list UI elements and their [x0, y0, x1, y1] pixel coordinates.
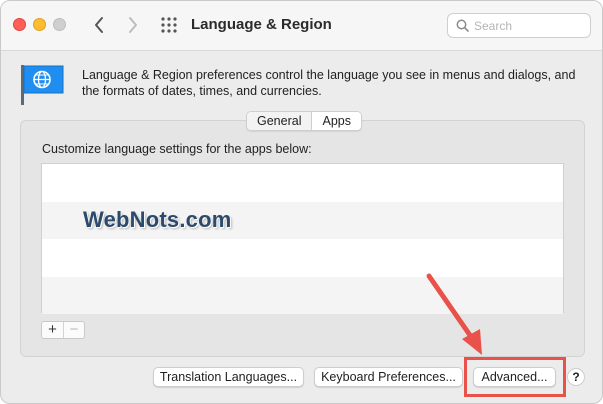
search-field[interactable]: [447, 13, 591, 38]
tab-general[interactable]: General: [247, 112, 313, 130]
back-button[interactable]: [89, 13, 109, 37]
forward-button[interactable]: [123, 13, 143, 37]
list-row: [42, 164, 563, 202]
minimize-window-button[interactable]: [33, 18, 46, 31]
chevron-left-icon: [95, 17, 103, 33]
apps-instruction: Customize language settings for the apps…: [42, 142, 312, 156]
watermark: WebNots.com: [83, 207, 232, 232]
preferences-window: Language & Region Language & Region pref…: [0, 0, 603, 404]
tab-apps[interactable]: Apps: [312, 112, 361, 130]
translation-languages-button[interactable]: Translation Languages...: [153, 367, 304, 387]
add-app-button[interactable]: +: [42, 322, 63, 338]
add-remove-control: + −: [41, 321, 85, 339]
help-button[interactable]: ?: [567, 368, 585, 386]
advanced-button-highlight: [464, 357, 566, 397]
search-icon: [456, 19, 469, 32]
keyboard-preferences-button[interactable]: Keyboard Preferences...: [314, 367, 463, 387]
pointer-arrow-icon: [426, 273, 482, 355]
window-title: Language & Region: [191, 16, 332, 33]
tab-bar: General Apps: [246, 111, 362, 131]
zoom-window-button[interactable]: [53, 18, 66, 31]
search-input[interactable]: [474, 17, 584, 34]
show-all-button[interactable]: [160, 16, 178, 34]
close-window-button[interactable]: [13, 18, 26, 31]
remove-app-button[interactable]: −: [63, 322, 84, 338]
title-bar: Language & Region: [1, 1, 602, 51]
grid-icon: [161, 17, 177, 33]
chevron-right-icon: [129, 17, 137, 33]
preferences-description: Language & Region preferences control th…: [82, 68, 576, 98]
language-region-flag-icon: [21, 65, 64, 105]
